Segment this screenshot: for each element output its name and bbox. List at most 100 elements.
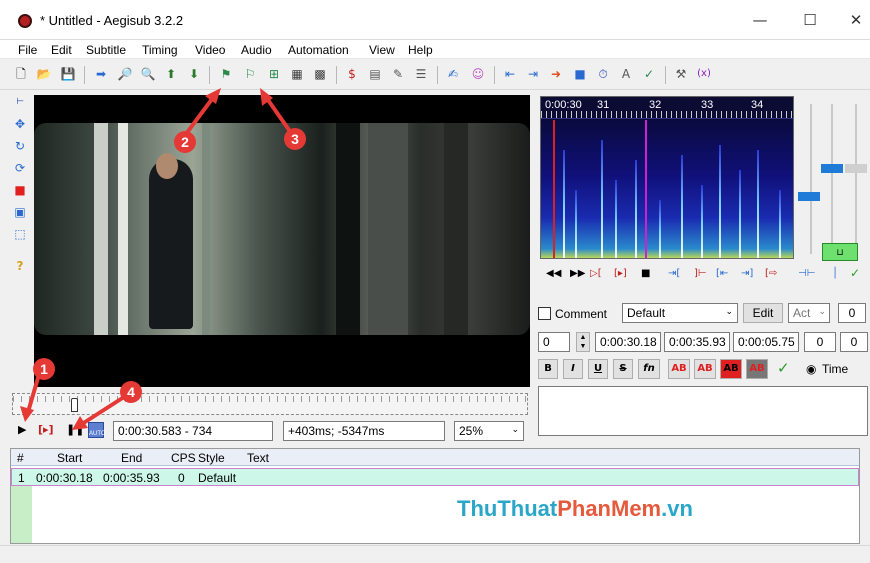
zoom-select[interactable]: 25% ⌄ (454, 421, 524, 441)
snap-start-icon[interactable]: ⊣⊢ (798, 268, 815, 279)
variable-icon[interactable]: (x) (696, 66, 712, 82)
volume-slider-track-2[interactable] (855, 104, 857, 254)
next-line-icon[interactable]: ▶▶ (570, 268, 585, 279)
maximize-button[interactable]: ☐ (796, 8, 824, 32)
comment-checkbox[interactable] (538, 307, 551, 320)
selection-end-marker[interactable] (645, 120, 647, 258)
automation-icon[interactable]: ✍ (445, 66, 461, 82)
subtitle-text-area[interactable] (538, 386, 868, 436)
table-row[interactable]: 1 0:00:30.18 0:00:35.93 0 Default (11, 468, 859, 486)
strikeout-button[interactable]: S (613, 359, 633, 379)
selection-start-marker[interactable] (553, 120, 555, 258)
zoom-slider-track[interactable] (810, 104, 812, 254)
outline-color-button[interactable]: AB (720, 359, 742, 379)
rotate-icon[interactable]: ↻ (12, 138, 28, 154)
properties-icon[interactable]: ▤ (367, 66, 383, 82)
ruler-icon[interactable]: ⊢ (12, 94, 28, 110)
menu-subtitle[interactable]: Subtitle (86, 43, 126, 57)
play-selection-icon[interactable]: [▸] (614, 268, 627, 279)
audio-display[interactable]: 0:00:30 31 32 33 34 (540, 96, 794, 259)
underline-button[interactable]: U (588, 359, 608, 379)
volume-slider-track[interactable] (831, 104, 833, 254)
time-radio-icon[interactable]: ◉ (806, 362, 816, 376)
menu-view[interactable]: View (369, 43, 395, 57)
stop-audio-icon[interactable]: ■ (641, 268, 650, 279)
keyframe-icon[interactable]: ➜ (548, 66, 564, 82)
font-button[interactable]: fn (638, 359, 660, 379)
zoom-in-icon[interactable]: 🔍 (140, 66, 156, 82)
italic-button[interactable]: I (563, 359, 583, 379)
film-2-icon[interactable]: ▩ (312, 66, 328, 82)
link-volume-toggle[interactable]: ⊔ (822, 243, 858, 261)
play-end-icon[interactable]: [⇤ (716, 268, 728, 279)
video-seek-bar[interactable] (12, 393, 528, 415)
video-display[interactable] (34, 95, 530, 387)
vector-clip-icon[interactable]: ⬚ (12, 226, 28, 242)
primary-color-button[interactable]: AB (668, 359, 690, 379)
play-selection-begin-icon[interactable]: ▷[ (590, 268, 602, 279)
video-time-field[interactable]: 0:00:30.583 - 734 (113, 421, 273, 441)
end-time-field[interactable]: 0:00:35.93 (664, 332, 730, 352)
volume-slider-thumb[interactable] (821, 164, 843, 173)
margin-left-field[interactable]: 0 (804, 332, 836, 352)
zoom-slider-thumb[interactable] (798, 192, 820, 201)
zoom-icon[interactable]: 🔎 (117, 66, 133, 82)
rotate-xy-icon[interactable]: ⟳ (12, 160, 28, 176)
play-icon[interactable]: ▶ (18, 423, 26, 436)
start-time-field[interactable]: 0:00:30.18 (595, 332, 661, 352)
menu-edit[interactable]: Edit (51, 43, 72, 57)
snap-end-icon[interactable]: │ (832, 268, 838, 279)
menu-video[interactable]: Video (195, 43, 225, 57)
prev-line-icon[interactable]: ◀◀ (546, 268, 561, 279)
lead-out-icon[interactable]: ⇥ (525, 66, 541, 82)
stop-icon[interactable]: ■ (572, 66, 588, 82)
menu-help[interactable]: Help (408, 43, 433, 57)
menu-audio[interactable]: Audio (241, 43, 272, 57)
style-select[interactable]: Default ⌄ (622, 303, 738, 323)
open-file-icon[interactable]: 📂 (36, 66, 52, 82)
spell-icon[interactable]: ✎ (390, 66, 406, 82)
menu-automation[interactable]: Automation (288, 43, 349, 57)
menu-file[interactable]: File (18, 43, 37, 57)
play-to-end-icon[interactable]: [⇨ (765, 268, 777, 279)
scale-icon[interactable]: ■ (12, 182, 28, 198)
menu-timing[interactable]: Timing (142, 43, 178, 57)
effect-field[interactable]: 0 (838, 303, 866, 323)
layer-spin-button[interactable]: ▲ ▼ (576, 332, 590, 352)
play-line-icon[interactable]: [▸] (38, 423, 54, 436)
move-icon[interactable]: ✥ (12, 116, 28, 132)
new-file-icon[interactable]: 🗋 (13, 66, 29, 82)
edit-style-button[interactable]: Edit (743, 303, 783, 323)
auto-scroll-icon[interactable]: AUTO (88, 422, 106, 438)
volume-slider-thumb-2[interactable] (845, 164, 867, 173)
clip-icon[interactable]: ▣ (12, 204, 28, 220)
seek-thumb[interactable] (71, 398, 78, 412)
commit-icon[interactable]: ✓ (850, 266, 860, 280)
jump-to-icon[interactable]: ➡ (93, 66, 109, 82)
chain-icon[interactable]: ⊞ (266, 66, 282, 82)
subtitle-style-icon[interactable]: ⚑ (218, 66, 234, 82)
close-button[interactable]: ✕ (842, 8, 870, 32)
avatar-icon[interactable]: ☺ (470, 66, 486, 82)
commit-check-icon[interactable]: ✓ (777, 359, 790, 377)
play-start-icon[interactable]: ]⊢ (694, 268, 707, 279)
bold-button[interactable]: B (538, 359, 558, 379)
list-icon[interactable]: ☰ (413, 66, 429, 82)
lead-in-icon[interactable]: ⇤ (502, 66, 518, 82)
tools-icon[interactable]: ⚒ (673, 66, 689, 82)
export-icon[interactable]: ⬇ (186, 66, 202, 82)
shadow-color-button[interactable]: AB (746, 359, 768, 379)
styling-icon[interactable]: ✓ (641, 66, 657, 82)
film-icon[interactable]: ▦ (289, 66, 305, 82)
attach-icon[interactable]: ⬆ (163, 66, 179, 82)
secondary-color-button[interactable]: AB (694, 359, 716, 379)
actor-select[interactable]: Act ⌄ (788, 303, 830, 323)
help-icon[interactable]: ? (12, 258, 28, 274)
fonts-icon[interactable]: A (618, 66, 634, 82)
subtitle-style-2-icon[interactable]: ⚐ (242, 66, 258, 82)
play-after-icon[interactable]: ⇥] (741, 268, 753, 279)
duration-field[interactable]: 0:00:05.75 (733, 332, 799, 352)
video-offset-field[interactable]: +403ms; -5347ms (283, 421, 445, 441)
layer-field[interactable]: 0 (538, 332, 570, 352)
minimize-button[interactable]: — (746, 8, 774, 32)
